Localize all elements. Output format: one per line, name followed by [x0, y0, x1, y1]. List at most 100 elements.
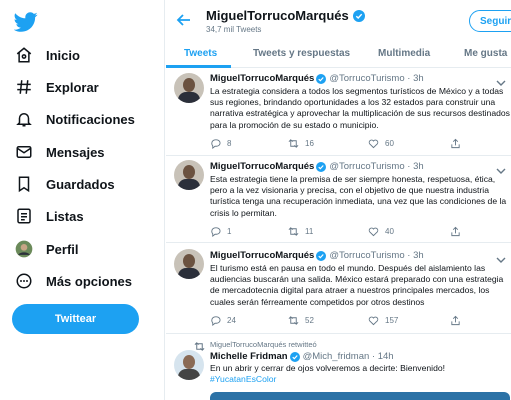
share-button[interactable] — [450, 315, 467, 326]
retweet-icon — [288, 316, 299, 325]
list-icon — [12, 204, 36, 228]
reply-count: 24 — [227, 316, 236, 325]
tab-multimedia[interactable]: Multimedia — [378, 38, 430, 68]
nav-label: Guardados — [46, 176, 115, 192]
verified-badge-icon — [316, 73, 327, 84]
retweet-icon — [288, 139, 299, 148]
reply-icon — [211, 316, 221, 326]
tweet-author-name[interactable]: Michelle Fridman — [210, 351, 288, 362]
share-button[interactable] — [450, 138, 467, 149]
tweet-media-image[interactable] — [210, 392, 510, 400]
reply-icon — [211, 139, 221, 149]
retweet-button[interactable]: 11 — [288, 226, 313, 237]
back-arrow-icon[interactable] — [176, 12, 192, 28]
share-button[interactable] — [450, 226, 467, 237]
tweet-handle-time: @TorrucoTurismo · 3h — [329, 161, 424, 172]
tweet-text: En un abrir y cerrar de ojos volveremos … — [210, 363, 446, 373]
avatar[interactable] — [174, 350, 204, 380]
reply-button[interactable]: 24 — [210, 315, 236, 326]
tweet-actions: 8 16 60 — [210, 138, 500, 152]
follow-button[interactable]: Seguir — [469, 10, 511, 32]
tweet-handle-time: @TorrucoTurismo · 3h — [329, 250, 424, 261]
more-icon — [12, 269, 36, 293]
like-count: 40 — [385, 227, 394, 236]
tweet[interactable]: MiguelTorrucoMarqués retwitteó Michelle … — [166, 334, 511, 400]
retweet-count: 11 — [305, 227, 314, 236]
tweet-handle-time: @TorrucoTurismo · 3h — [329, 73, 424, 84]
retweet-icon — [194, 339, 205, 351]
like-button[interactable]: 157 — [368, 315, 398, 326]
share-icon — [451, 226, 460, 237]
avatar[interactable] — [174, 249, 204, 279]
retweet-button[interactable]: 52 — [288, 315, 314, 326]
profile-tabs: Tweets Tweets y respuestas Multimedia Me… — [166, 38, 511, 68]
nav-label: Inicio — [46, 47, 80, 63]
tweet-author-name[interactable]: MiguelTorrucoMarqués — [210, 161, 314, 172]
avatar[interactable] — [174, 160, 204, 190]
tweet[interactable]: MiguelTorrucoMarqués @TorrucoTurismo · 3… — [166, 243, 511, 334]
nav-label: Más opciones — [46, 273, 132, 289]
nav-item-mensajes[interactable]: Mensajes — [12, 139, 105, 165]
tweet-header: MiguelTorrucoMarqués @TorrucoTurismo · 3… — [210, 161, 424, 172]
nav-label: Listas — [46, 208, 84, 224]
nav-item-notificaciones[interactable]: Notificaciones — [12, 106, 135, 132]
retweet-button[interactable]: 16 — [288, 138, 314, 149]
nav-label: Notificaciones — [46, 111, 135, 127]
nav-item-perfil[interactable]: Perfil — [12, 236, 79, 262]
nav-item-inicio[interactable]: Inicio — [12, 42, 80, 68]
tweet-count: 34,7 mil Tweets — [206, 25, 262, 34]
profile-name-text: MiguelTorrucoMarqués — [206, 8, 349, 23]
nav-label: Perfil — [46, 241, 79, 257]
share-icon — [451, 315, 460, 326]
retweet-count: 16 — [305, 139, 314, 148]
avatar-icon — [12, 237, 36, 261]
tweet-text: Esta estrategia tiene la premisa de ser … — [210, 174, 507, 218]
twitter-bird-icon[interactable] — [13, 10, 38, 34]
tweet-author-name[interactable]: MiguelTorrucoMarqués — [210, 250, 314, 261]
retweet-icon — [288, 227, 299, 236]
hashtag-link[interactable]: #YucatanEsColor — [210, 374, 510, 385]
reply-count: 8 — [227, 139, 232, 148]
chevron-down-icon[interactable] — [495, 252, 507, 263]
tweet-actions: 24 52 157 — [210, 315, 500, 329]
tweet-author-name[interactable]: MiguelTorrucoMarqués — [210, 73, 314, 84]
like-count: 157 — [385, 316, 399, 325]
tab-me-gusta[interactable]: Me gusta — [464, 38, 507, 68]
tweet-text: El turismo está en pausa en todo el mund… — [210, 263, 504, 307]
like-button[interactable]: 40 — [368, 226, 394, 237]
profile-header: MiguelTorrucoMarqués 34,7 mil Tweets Seg… — [166, 0, 511, 38]
nav-item-mas-opciones[interactable]: Más opciones — [12, 268, 132, 294]
avatar[interactable] — [174, 73, 204, 103]
share-icon — [451, 138, 460, 149]
nav-item-listas[interactable]: Listas — [12, 203, 84, 229]
chevron-down-icon[interactable] — [495, 163, 507, 174]
home-icon — [12, 43, 36, 67]
nav-item-explorar[interactable]: Explorar — [12, 74, 99, 100]
like-count: 60 — [385, 139, 394, 148]
hashtag-icon — [12, 75, 36, 99]
tweet-button[interactable]: Twittear — [12, 304, 139, 334]
tweet[interactable]: MiguelTorrucoMarqués @TorrucoTurismo · 3… — [166, 156, 511, 243]
nav-label: Mensajes — [46, 144, 105, 160]
tab-tweets[interactable]: Tweets — [184, 38, 217, 68]
reply-button[interactable]: 8 — [210, 138, 231, 149]
chevron-down-icon[interactable] — [495, 75, 507, 86]
nav-item-guardados[interactable]: Guardados — [12, 171, 115, 197]
tweet[interactable]: MiguelTorrucoMarqués @TorrucoTurismo · 3… — [166, 69, 511, 156]
tweet-header: Michelle Fridman @Mich_fridman · 14h — [210, 351, 394, 362]
retweeted-by-label[interactable]: MiguelTorrucoMarqués retwitteó — [210, 340, 317, 349]
nav-label: Explorar — [46, 79, 99, 95]
tweet-header: MiguelTorrucoMarqués @TorrucoTurismo · 3… — [210, 73, 424, 84]
heart-icon — [368, 316, 379, 326]
reply-count: 1 — [227, 227, 232, 236]
left-navigation: Inicio Explorar Notificaciones Mensajes … — [0, 0, 165, 400]
profile-timeline: MiguelTorrucoMarqués 34,7 mil Tweets Seg… — [166, 0, 511, 400]
verified-badge-icon — [316, 250, 327, 261]
retweet-count: 52 — [305, 316, 314, 325]
verified-badge-icon — [352, 9, 365, 22]
like-button[interactable]: 60 — [368, 138, 394, 149]
tab-tweets-y-respuestas[interactable]: Tweets y respuestas — [253, 38, 350, 68]
tweet-header: MiguelTorrucoMarqués @TorrucoTurismo · 3… — [210, 250, 424, 261]
reply-button[interactable]: 1 — [210, 226, 231, 237]
bookmark-icon — [12, 172, 36, 196]
